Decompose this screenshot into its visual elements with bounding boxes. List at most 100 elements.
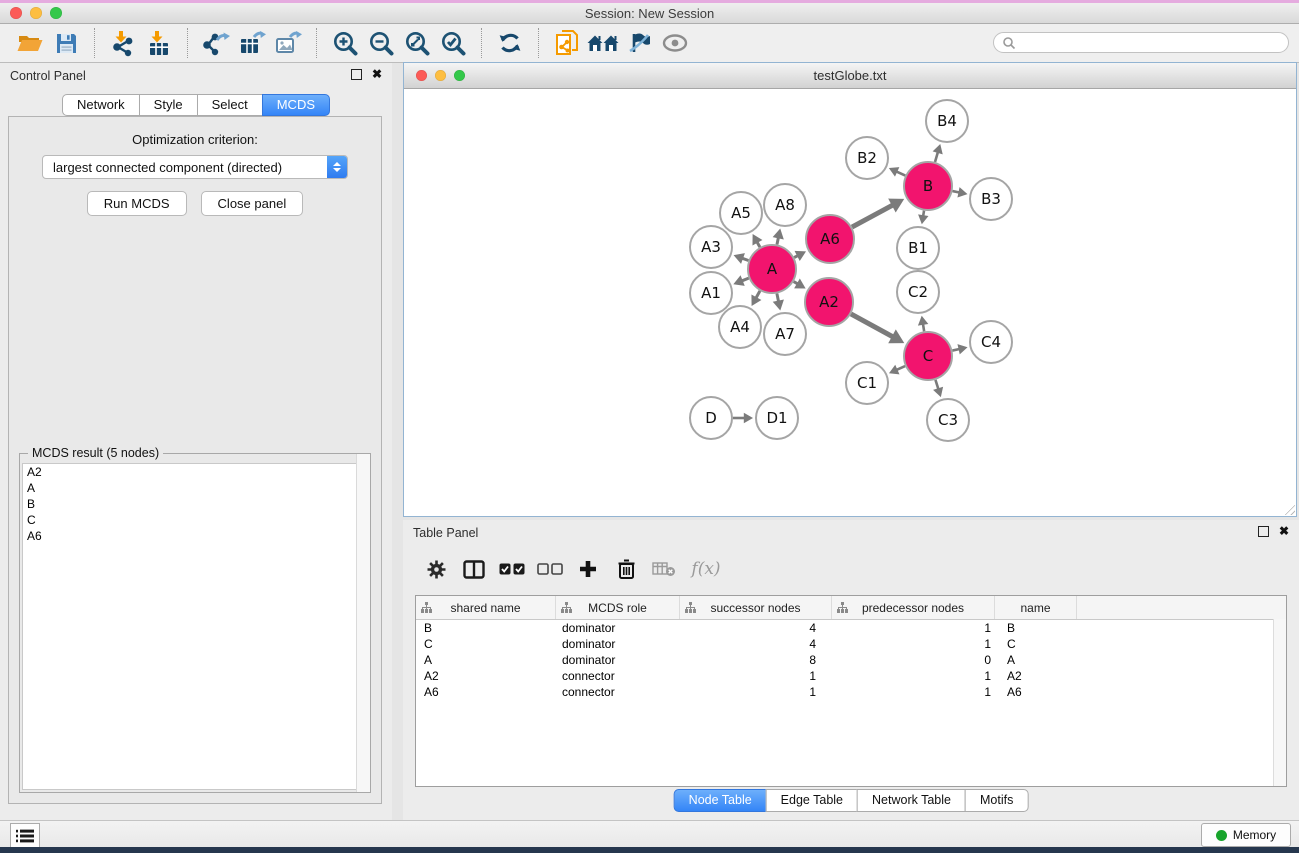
table-row[interactable]: A2connector11A2	[416, 668, 1286, 684]
graph-edge-A-A5[interactable]	[752, 234, 762, 247]
column-header-mcds-role[interactable]: MCDS role	[556, 596, 680, 619]
hide-graphics-details-icon[interactable]	[621, 26, 657, 60]
tbl-tab-edge-table[interactable]: Edge Table	[766, 789, 858, 812]
graph-edge-C-C2[interactable]	[918, 316, 928, 332]
run-mcds-button[interactable]: Run MCDS	[87, 191, 187, 216]
result-item[interactable]: B	[23, 496, 367, 512]
network-canvas[interactable]: AA1A2A3A4A5A6A7A8BB1B2B3B4CC1C2C3C4DD1	[404, 89, 1296, 516]
search-input[interactable]	[1021, 35, 1288, 51]
tbl-tab-network-table[interactable]: Network Table	[857, 789, 966, 812]
graph-edge-C-C1[interactable]	[889, 365, 905, 375]
table-row[interactable]: Bdominator41B	[416, 620, 1286, 636]
import-table-icon[interactable]	[141, 26, 177, 60]
graph-edge-A-A2[interactable]	[794, 279, 806, 289]
graph-node-A[interactable]: A	[748, 245, 796, 293]
tbl-tab-motifs[interactable]: Motifs	[965, 789, 1028, 812]
show-graphics-details-icon[interactable]	[657, 26, 693, 60]
graph-node-B2[interactable]: B2	[846, 137, 888, 179]
column-header-predecessor-nodes[interactable]: predecessor nodes	[832, 596, 995, 619]
graph-node-A6[interactable]: A6	[806, 215, 854, 263]
column-header-name[interactable]: name	[995, 596, 1077, 619]
result-scrollbar[interactable]	[356, 454, 370, 792]
delete-table-icon[interactable]	[645, 550, 683, 588]
export-image-icon[interactable]	[270, 26, 306, 60]
graph-edge-B-B3[interactable]	[952, 187, 967, 197]
export-table-icon[interactable]	[234, 26, 270, 60]
graph-edge-A-A4[interactable]	[751, 291, 761, 306]
network-window-titlebar[interactable]: testGlobe.txt	[404, 63, 1296, 89]
search-field[interactable]	[993, 32, 1289, 53]
graph-edge-A-A6[interactable]	[794, 251, 806, 261]
criterion-dropdown[interactable]: largest connected component (directed)	[42, 155, 348, 179]
column-header-shared-name[interactable]: shared name	[416, 596, 556, 619]
graph-edge-C-C3[interactable]	[933, 380, 943, 397]
zoom-fit-icon[interactable]	[399, 26, 435, 60]
graph-node-B[interactable]: B	[904, 162, 952, 210]
open-session-icon[interactable]	[12, 26, 48, 60]
cp-tab-network[interactable]: Network	[62, 94, 140, 116]
graph-node-D[interactable]: D	[690, 397, 732, 439]
graph-node-A4[interactable]: A4	[719, 306, 761, 348]
memory-button[interactable]: Memory	[1201, 823, 1291, 847]
home-icon[interactable]	[585, 26, 621, 60]
export-network-icon[interactable]	[198, 26, 234, 60]
graph-edge-A-A8[interactable]	[773, 229, 784, 245]
graph-node-C2[interactable]: C2	[897, 271, 939, 313]
node-table[interactable]: shared nameMCDS rolesuccessor nodesprede…	[415, 595, 1287, 787]
graph-node-B3[interactable]: B3	[970, 178, 1012, 220]
network-from-file-icon[interactable]	[549, 26, 585, 60]
graph-edge-A2-C[interactable]	[851, 314, 904, 343]
tbl-tab-node-table[interactable]: Node Table	[674, 789, 767, 812]
column-header-successor-nodes[interactable]: successor nodes	[680, 596, 832, 619]
zoom-selected-icon[interactable]	[435, 26, 471, 60]
graph-node-A8[interactable]: A8	[764, 184, 806, 226]
refresh-icon[interactable]	[492, 26, 528, 60]
task-history-button[interactable]	[10, 823, 40, 848]
float-table-panel-icon[interactable]	[1258, 526, 1269, 537]
cp-tab-select[interactable]: Select	[197, 94, 263, 116]
import-network-icon[interactable]	[105, 26, 141, 60]
close-table-panel-icon[interactable]: ✖	[1279, 526, 1289, 537]
select-all-checkboxes-icon[interactable]	[493, 550, 531, 588]
zoom-out-icon[interactable]	[363, 26, 399, 60]
cp-tab-style[interactable]: Style	[139, 94, 198, 116]
table-row[interactable]: Adominator80A	[416, 652, 1286, 668]
graph-edge-A-A7[interactable]	[773, 294, 784, 311]
unselect-all-checkboxes-icon[interactable]	[531, 550, 569, 588]
graph-node-D1[interactable]: D1	[756, 397, 798, 439]
graph-node-A5[interactable]: A5	[720, 192, 762, 234]
graph-edge-A-A3[interactable]	[734, 253, 749, 264]
float-panel-icon[interactable]	[351, 69, 362, 80]
graph-edge-A-A1[interactable]	[733, 275, 748, 286]
close-panel-button[interactable]: Close panel	[201, 191, 304, 216]
result-item[interactable]: C	[23, 512, 367, 528]
delete-row-icon[interactable]	[607, 550, 645, 588]
graph-node-C3[interactable]: C3	[927, 399, 969, 441]
graph-node-A1[interactable]: A1	[690, 272, 732, 314]
zoom-in-icon[interactable]	[327, 26, 363, 60]
graph-node-A3[interactable]: A3	[690, 226, 732, 268]
graph-edge-A6-B[interactable]	[852, 199, 904, 228]
result-item[interactable]: A6	[23, 528, 367, 544]
graph-node-A7[interactable]: A7	[764, 313, 806, 355]
result-item[interactable]: A	[23, 480, 367, 496]
cp-tab-mcds[interactable]: MCDS	[262, 94, 330, 116]
table-row[interactable]: A6connector11A6	[416, 684, 1286, 700]
table-row[interactable]: Cdominator41C	[416, 636, 1286, 652]
graph-edge-B-B2[interactable]	[889, 167, 905, 177]
graph-edge-D-D1[interactable]	[733, 413, 753, 424]
graph-edge-B-B1[interactable]	[918, 211, 928, 225]
graph-node-B1[interactable]: B1	[897, 227, 939, 269]
mcds-result-list[interactable]: A2ABCA6	[22, 463, 368, 790]
add-row-icon[interactable]	[569, 550, 607, 588]
graph-edge-C-C4[interactable]	[952, 344, 967, 354]
graph-node-C1[interactable]: C1	[846, 362, 888, 404]
network-canvas-svg[interactable]: AA1A2A3A4A5A6A7A8BB1B2B3B4CC1C2C3C4DD1	[404, 89, 1296, 516]
settings-gear-icon[interactable]	[417, 550, 455, 588]
graph-node-B4[interactable]: B4	[926, 100, 968, 142]
graph-node-C4[interactable]: C4	[970, 321, 1012, 363]
graph-node-C[interactable]: C	[904, 332, 952, 380]
show-column-icon[interactable]	[455, 550, 493, 588]
graph-edge-B-B4[interactable]	[933, 144, 943, 162]
table-scrollbar[interactable]	[1273, 619, 1286, 786]
